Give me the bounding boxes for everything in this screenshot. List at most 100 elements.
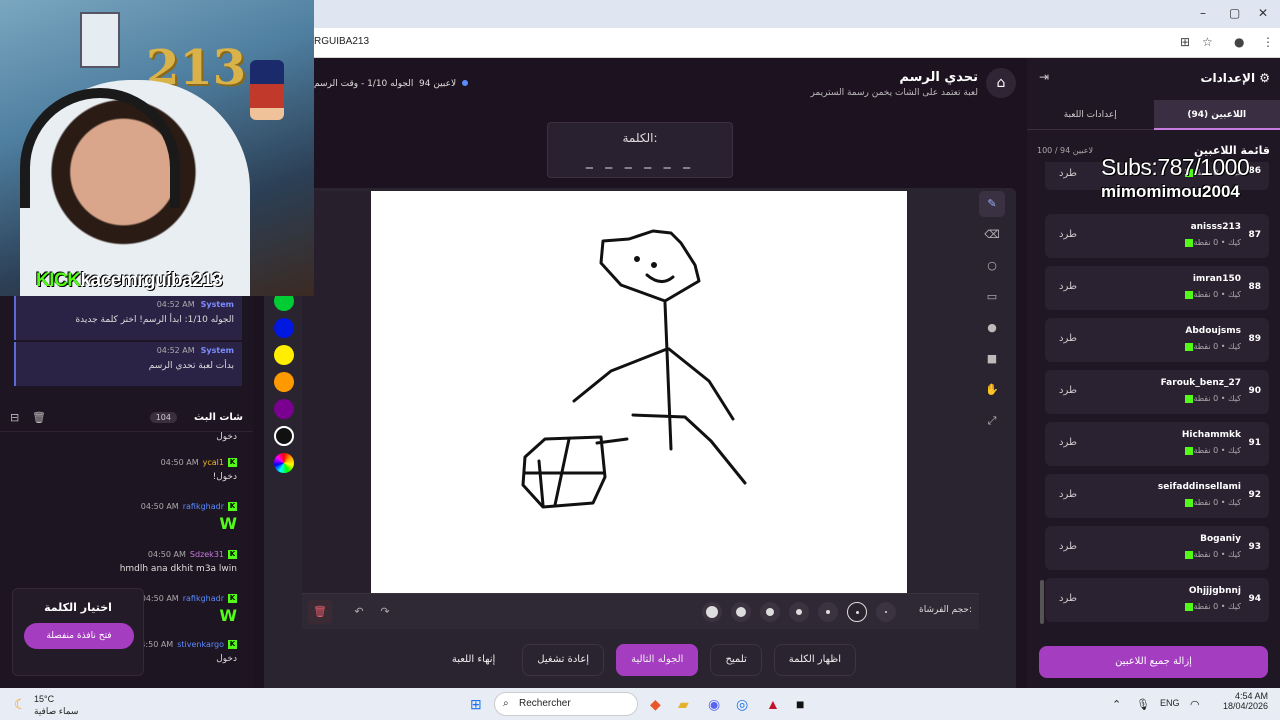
expand-icon[interactable]: ⤢ [979,408,1005,434]
maximize-button[interactable]: ▢ [1229,6,1240,20]
collapse-chat-icon[interactable]: ⊟ [10,411,19,424]
restart-button[interactable]: إعادة تشغيل [522,644,605,676]
player-row: 87 anisss213 كيك • 0 نقطة طرد [1045,214,1269,258]
color-swatch-blue[interactable] [274,318,294,338]
translate-icon[interactable]: ⊞ [1180,35,1190,49]
brave-icon[interactable]: ◆ [650,696,661,713]
rectangle-icon[interactable]: ▭ [979,284,1005,310]
minimize-button[interactable]: – [1200,6,1206,20]
kick-player-button[interactable]: طرد [1059,437,1077,448]
players-count: 94 لاعبين [419,79,468,89]
clock[interactable]: 4:54 AM 18/04/2026 [1223,691,1268,711]
kick-player-button[interactable]: طرد [1059,281,1077,292]
open-window-button[interactable]: فتح نافذة منفصلة [24,623,134,649]
player-number: 92 [1248,490,1261,500]
kick-player-button[interactable]: طرد [1059,229,1077,240]
player-row: 88 imran150 كيك • 0 نقطة طرد [1045,266,1269,310]
language-indicator[interactable]: ENG [1160,698,1180,708]
moon-icon: ☾ [14,696,27,712]
player-number: 93 [1248,542,1261,552]
kick-app-icon[interactable]: ■ [796,696,804,712]
players-scrollbar[interactable] [1040,580,1044,624]
kebab-menu-icon[interactable]: ⋮ [1262,35,1274,49]
kick-player-button[interactable]: طرد [1059,541,1077,552]
word-pick-card: اختيار الكلمة فتح نافذة منفصلة [12,588,144,676]
eraser-icon[interactable]: ⌫ [979,222,1005,248]
brush-size-options [702,599,896,625]
brush-size-option[interactable] [760,602,780,622]
end-game-button[interactable]: إنهاء اللعبة [437,644,510,676]
clear-canvas-icon[interactable]: 🗑 [308,600,332,624]
color-swatch-yellow[interactable] [274,345,294,365]
brush-size-option[interactable] [731,602,751,622]
next-round-button[interactable]: الجوله التالية [616,644,699,676]
wifi-icon[interactable]: ◠ [1190,698,1200,711]
pencil-icon[interactable]: ✎ [979,191,1005,217]
system-message: 04:52 AM System الجوله 1/10: ابدأ الرسم! … [14,296,242,340]
drawing-game-app: 213 KICKkacemrguiba213 04:52 AM System ال… [0,0,1280,693]
color-swatch-orange[interactable] [274,372,294,392]
hand-icon[interactable]: ✋ [979,377,1005,403]
circle-icon[interactable]: ○ [979,253,1005,279]
mic-icon[interactable]: 🎙 [1136,698,1150,711]
reveal-word-button[interactable]: اظهار الكلمة [773,644,856,676]
chevron-up-icon[interactable]: ⌃ [1112,698,1121,711]
chrome-icon[interactable]: ◎ [736,696,748,713]
color-picker-icon[interactable] [274,453,294,473]
redo-icon[interactable]: ↷ [374,600,396,624]
url-text[interactable]: RGUIBA213 [314,36,369,47]
game-actions: اظهار الكلمة تلميح الجوله التالية إعادة … [437,644,856,676]
kick-player-button[interactable]: طرد [1059,333,1077,344]
tab-game-settings[interactable]: إعدادات اللعبة [1027,100,1154,130]
brush-size-option[interactable] [818,602,838,622]
player-meta: كيك • 0 نقطة [1182,394,1241,403]
taskbar-search[interactable]: ⌕ Rechercher [494,692,638,716]
webcam-overlay: 213 KICKkacemrguiba213 [0,0,314,296]
game-title: تحدي الرسم [899,70,978,85]
brush-size-option[interactable] [789,602,809,622]
tab-players[interactable]: اللاعبين (94) [1153,100,1280,130]
game-header: الجوله 1/10 - وقت الرسم 94 لاعبين تحدي ا… [314,58,1024,114]
player-row: 91 Hichammkk كيك • 0 نقطة طرد [1045,422,1269,466]
close-window-button[interactable]: ✕ [1258,6,1268,20]
brush-size-option-selected[interactable] [847,602,867,622]
settings-tabs: إعدادات اللعبة اللاعبين (94) [1027,100,1280,130]
chat-title: شات البث [194,412,243,423]
kick-player-button[interactable]: طرد [1059,385,1077,396]
undo-icon[interactable]: ↶ [348,600,370,624]
drawing-canvas[interactable] [371,191,907,593]
brush-size-label: حجم الفرشاة: [919,605,973,615]
home-icon[interactable]: ⌂ [986,68,1016,98]
kick-player-button[interactable]: طرد [1059,489,1077,500]
discord-icon[interactable]: ◉ [708,696,720,713]
kick-player-button[interactable]: طرد [1059,593,1077,604]
kick-player-button[interactable]: طرد [1059,168,1077,179]
folder-icon[interactable]: ▰ [678,696,689,713]
player-number: 86 [1248,166,1261,176]
hint-button[interactable]: تلميح [710,644,762,676]
chat-count-badge: 104 [149,412,177,423]
player-name: Ohjjjgbnnj [1188,586,1241,596]
players-list-count: 100 / 94 لاعبين [1037,146,1094,155]
collapse-panel-icon[interactable]: ⇥ [1039,70,1049,84]
brush-size-option[interactable] [702,602,722,622]
round-info: الجوله 1/10 - وقت الرسم [314,79,414,89]
kick-username-tag: KICKkacemrguiba213 [36,270,223,291]
windows-start-icon[interactable]: ⊞ [470,696,482,713]
stick-figure-drawing [521,229,747,509]
player-meta: كيك • 0 نقطة [1182,238,1241,247]
filled-rect-icon[interactable]: ■ [979,346,1005,372]
player-row: 92 seifaddinsellami كيك • 0 نقطة طرد [1045,474,1269,518]
tool-bar: ✎ ⌫ ○ ▭ ● ■ ✋ ⤢ [979,191,1009,445]
star-icon[interactable]: ☆ [1202,35,1213,49]
color-swatch-black[interactable] [274,426,294,446]
game-subtitle: لعبة تعتمد على الشات يخمن رسمة الستريمر [810,88,978,98]
player-number: 90 [1248,386,1261,396]
profile-avatar[interactable]: ● [1234,35,1244,49]
player-number: 94 [1248,594,1261,604]
trash-icon[interactable]: 🗑 [32,411,46,424]
brush-size-option[interactable] [876,602,896,622]
color-swatch-purple[interactable] [274,399,294,419]
app-icon[interactable]: ▲ [766,696,780,712]
filled-circle-icon[interactable]: ● [979,315,1005,341]
